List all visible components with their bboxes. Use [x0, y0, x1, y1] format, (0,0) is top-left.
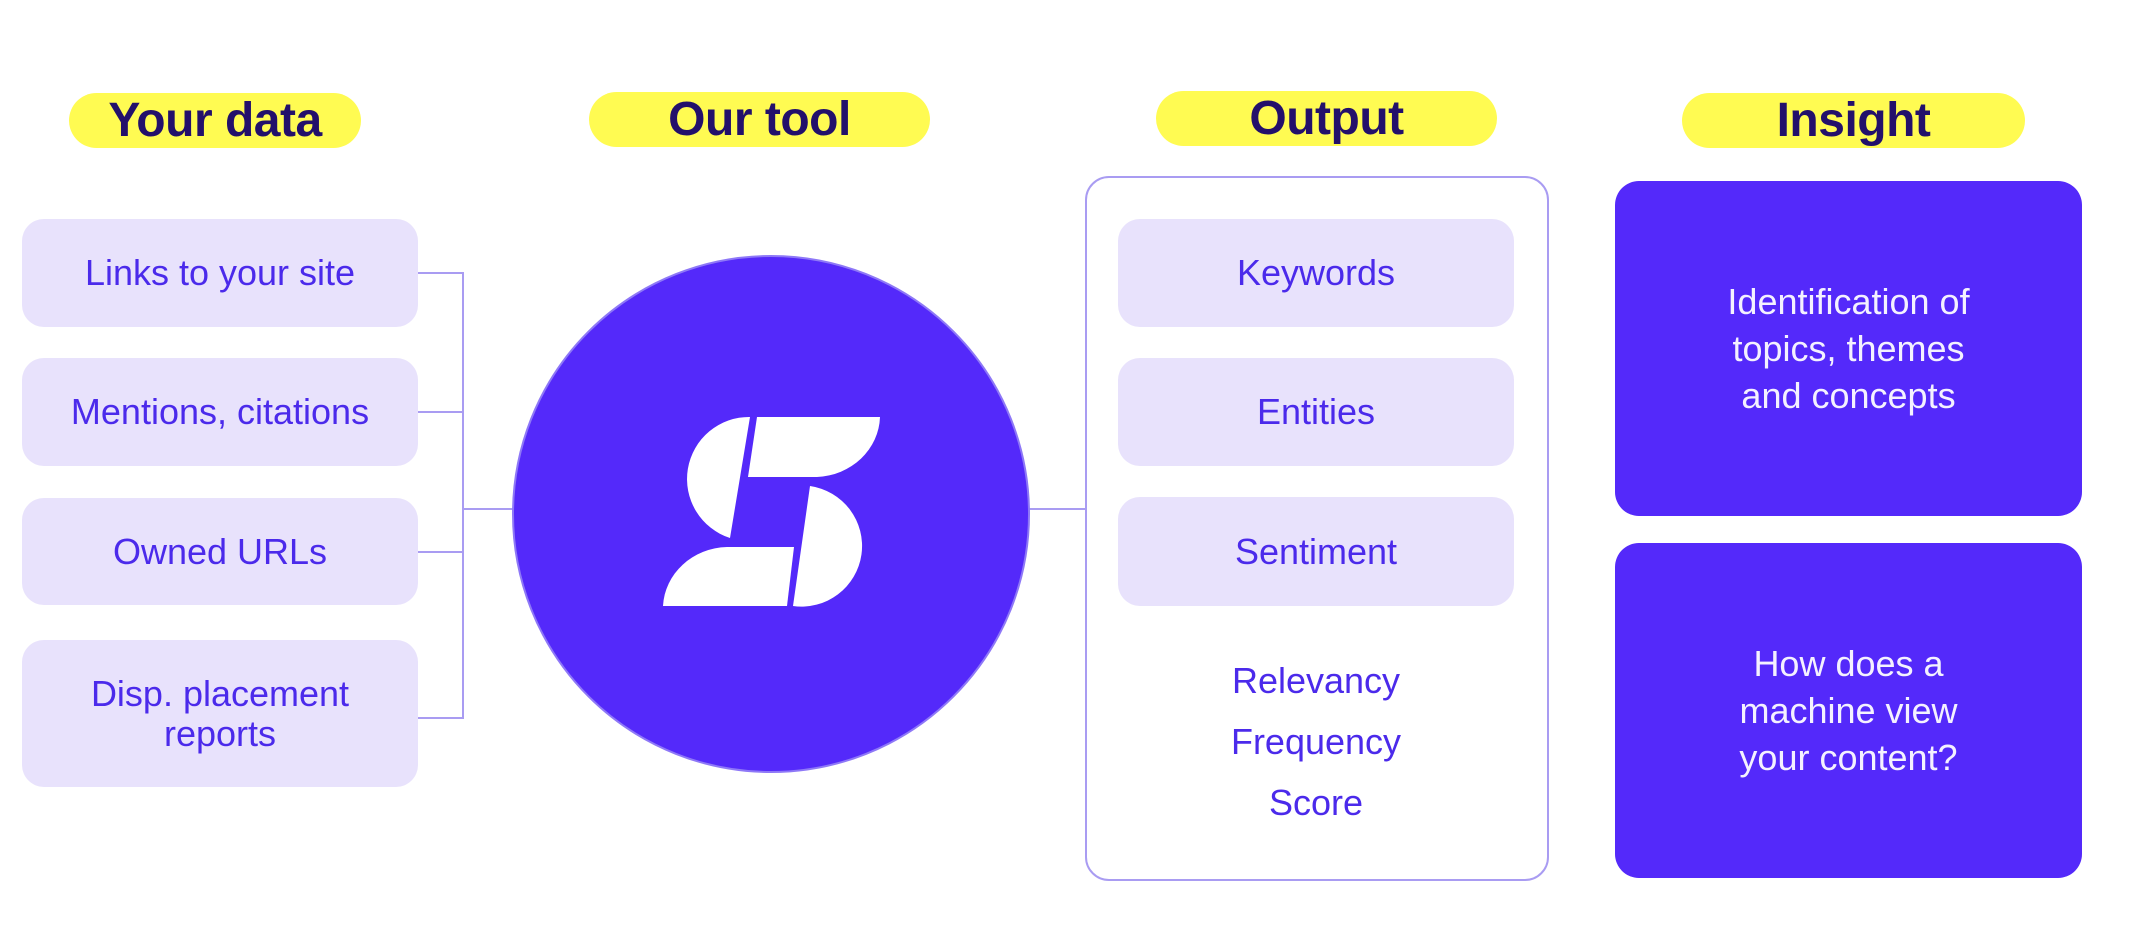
- output-label: Sentiment: [1234, 530, 1398, 572]
- insight-topics: Identification of topics, themes and con…: [1615, 181, 2082, 516]
- metric-score: Score: [1268, 782, 1364, 823]
- tool-circle: [512, 255, 1030, 773]
- output-sentiment: Sentiment: [1118, 497, 1514, 606]
- output-keywords: Keywords: [1118, 219, 1514, 327]
- metric-frequency: Frequency: [1230, 721, 1402, 762]
- insight-machine-view: How does a machine view your content?: [1615, 543, 2082, 878]
- output-entities: Entities: [1118, 358, 1514, 466]
- output-label: Keywords: [1236, 252, 1396, 293]
- metric-relevancy: Relevancy: [1231, 660, 1401, 701]
- insight-line: How does a: [1753, 643, 1944, 684]
- output-label: Entities: [1256, 391, 1376, 432]
- output-metrics: Relevancy Frequency Score: [1118, 650, 1514, 833]
- insight-line: machine view: [1739, 690, 1958, 731]
- insight-line: topics, themes: [1732, 328, 1965, 369]
- insight-line: and concepts: [1741, 375, 1956, 416]
- insight-line: your content?: [1739, 737, 1958, 778]
- insight-line: Identification of: [1727, 281, 1970, 322]
